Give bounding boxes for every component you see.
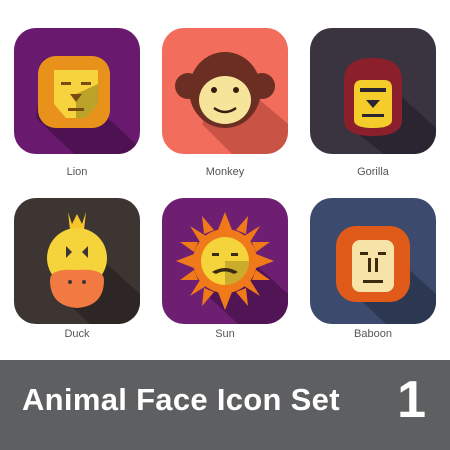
icon-label-gorilla: Gorilla: [357, 166, 389, 178]
sun-icon-tile[interactable]: [162, 198, 288, 324]
sun-face-icon: [162, 198, 288, 324]
icon-label-baboon: Baboon: [354, 328, 392, 340]
icon-label-sun: Sun: [215, 328, 235, 340]
duck-face-icon: [14, 198, 140, 324]
icon-label-duck: Duck: [64, 328, 90, 340]
footer-set-number: 1: [397, 371, 426, 429]
monkey-icon-tile[interactable]: [162, 28, 288, 154]
duck-icon-tile[interactable]: [14, 198, 140, 324]
baboon-face-icon: [310, 198, 436, 324]
footer-banner: Animal Face Icon Set 1: [0, 360, 450, 450]
monkey-face-icon: [162, 28, 288, 154]
lion-face-icon: [14, 28, 140, 154]
icon-label-monkey: Monkey: [205, 166, 245, 178]
gorilla-icon-tile[interactable]: [310, 28, 436, 154]
gorilla-face-icon: [310, 28, 436, 154]
footer-title: Animal Face Icon Set: [22, 382, 340, 417]
icon-label-lion: Lion: [66, 166, 88, 178]
lion-icon-tile[interactable]: [14, 28, 140, 154]
baboon-icon-tile[interactable]: [310, 198, 436, 324]
